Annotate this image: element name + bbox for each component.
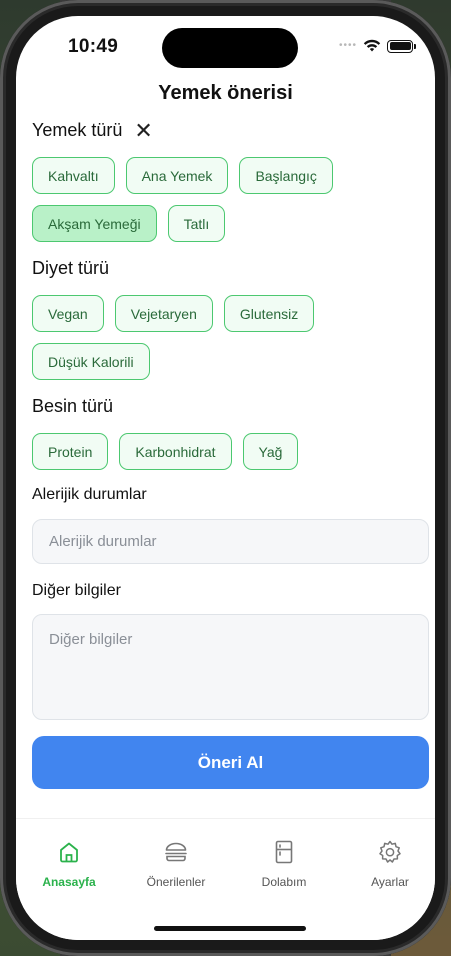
chip-baslangic[interactable]: Başlangıç xyxy=(239,157,333,194)
diet-type-header: Diyet türü xyxy=(32,258,109,279)
chip-vegan[interactable]: Vegan xyxy=(32,295,104,332)
other-info-label: Diğer bilgiler xyxy=(32,582,121,599)
tab-fridge[interactable]: Dolabım xyxy=(234,839,334,889)
wifi-icon xyxy=(363,39,381,52)
chip-tatli[interactable]: Tatlı xyxy=(167,205,226,242)
tab-suggestions[interactable]: Önerilenler xyxy=(126,839,226,889)
meal-type-row-1: Kahvaltı Ana Yemek Başlangıç xyxy=(32,157,333,194)
tab-suggestions-label: Önerilenler xyxy=(146,875,206,889)
diet-type-title: Diyet türü xyxy=(32,258,110,278)
meal-type-row-2: Akşam Yemeği Tatlı xyxy=(32,205,226,242)
gear-icon xyxy=(379,840,401,863)
allergies-input[interactable]: Alerijik durumlar xyxy=(32,519,429,564)
chip-dusuk-kalorili[interactable]: Düşük Kalorili xyxy=(32,343,150,380)
meal-type-header: Yemek türü ✕ xyxy=(32,119,153,141)
nutrient-type-title: Besin türü xyxy=(32,396,114,416)
chip-glutensiz[interactable]: Glutensiz xyxy=(223,295,315,332)
chip-protein[interactable]: Protein xyxy=(32,433,109,470)
dynamic-island xyxy=(162,28,298,68)
nutrient-type-header: Besin türü xyxy=(32,396,113,417)
get-suggestion-button[interactable]: Öneri Al xyxy=(32,736,429,789)
status-bar: 10:49 •••• xyxy=(16,16,435,78)
tab-bar: Anasayfa Önerilenler Dolabım Ayarlar xyxy=(16,818,435,940)
diet-type-row-1: Vegan Vejetaryen Glutensiz xyxy=(32,295,315,332)
tab-home[interactable]: Anasayfa xyxy=(19,839,119,889)
status-icons: •••• xyxy=(338,39,416,53)
battery-icon xyxy=(387,39,416,53)
page-title: Yemek önerisi xyxy=(158,82,293,104)
chip-karbonhidrat[interactable]: Karbonhidrat xyxy=(119,433,232,470)
fridge-icon xyxy=(275,840,293,864)
meal-type-title: Yemek türü xyxy=(32,120,123,140)
tab-settings[interactable]: Ayarlar xyxy=(340,839,435,889)
chip-ana-yemek[interactable]: Ana Yemek xyxy=(125,157,229,194)
status-time: 10:49 xyxy=(68,36,119,57)
home-icon xyxy=(60,842,78,863)
chip-kahvalti[interactable]: Kahvaltı xyxy=(32,157,115,194)
other-info-textarea[interactable]: Diğer bilgiler xyxy=(32,614,429,720)
tab-fridge-label: Dolabım xyxy=(261,875,307,889)
tab-settings-label: Ayarlar xyxy=(371,875,409,889)
nutrient-type-row: Protein Karbonhidrat Yağ xyxy=(32,433,299,470)
chip-aksam-yemegi[interactable]: Akşam Yemeği xyxy=(32,205,157,242)
close-icon[interactable]: ✕ xyxy=(134,119,152,141)
app-screen: 10:49 •••• Yemek önerisi Yemek türü ✕ Ka… xyxy=(16,16,435,940)
burger-icon xyxy=(165,842,187,862)
diet-type-row-2: Düşük Kalorili xyxy=(32,343,150,380)
home-indicator xyxy=(154,926,306,931)
signal-icon: •••• xyxy=(338,40,357,51)
tab-home-label: Anasayfa xyxy=(42,875,96,889)
allergies-label: Alerijik durumlar xyxy=(32,486,147,503)
chip-yag[interactable]: Yağ xyxy=(242,433,299,470)
chip-vejetaryen[interactable]: Vejetaryen xyxy=(114,295,213,332)
phone-frame: 10:49 •••• Yemek önerisi Yemek türü ✕ Ka… xyxy=(0,0,451,956)
